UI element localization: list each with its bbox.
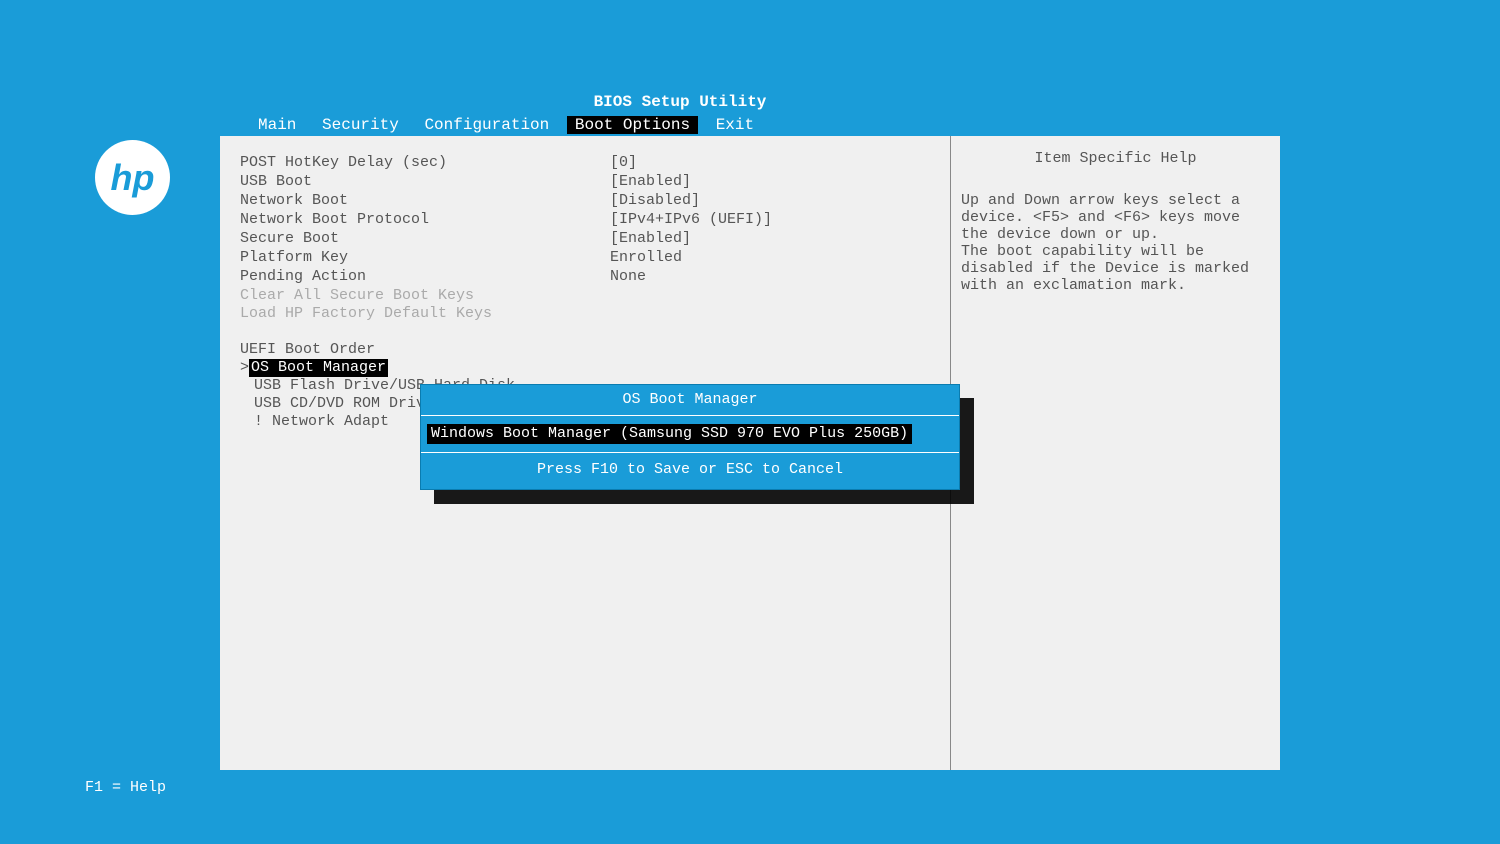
setting-value: [Enabled] (610, 230, 930, 248)
logo-area: hp (95, 140, 170, 215)
help-title: Item Specific Help (961, 150, 1270, 167)
setting-platform-key[interactable]: Platform Key Enrolled (240, 249, 930, 267)
setting-pending-action[interactable]: Pending Action None (240, 268, 930, 286)
boot-item-os-boot-manager[interactable]: >OS Boot Manager (240, 359, 930, 377)
setting-value: [Enabled] (610, 173, 930, 191)
action-clear-secure-boot-keys: Clear All Secure Boot Keys (240, 287, 930, 305)
setting-label: Platform Key (240, 249, 610, 267)
selector-arrow-icon: > (240, 359, 249, 377)
menu-security[interactable]: Security (314, 116, 407, 134)
popup-title: OS Boot Manager (421, 385, 959, 416)
main-area: POST HotKey Delay (sec) [0] USB Boot [En… (220, 136, 1280, 770)
popup-footer: Press F10 to Save or ESC to Cancel (421, 453, 959, 489)
boot-item-label: OS Boot Manager (249, 359, 388, 377)
menu-bar: Main Security Configuration Boot Options… (80, 114, 1280, 136)
content-panel: POST HotKey Delay (sec) [0] USB Boot [En… (220, 136, 950, 770)
uefi-boot-order-header: UEFI Boot Order (240, 341, 930, 359)
footer-help: F1 = Help (80, 779, 166, 796)
setting-label: Network Boot (240, 192, 610, 210)
setting-post-hotkey-delay[interactable]: POST HotKey Delay (sec) [0] (240, 154, 930, 172)
setting-value: None (610, 268, 930, 286)
setting-usb-boot[interactable]: USB Boot [Enabled] (240, 173, 930, 191)
os-boot-manager-popup: OS Boot Manager Windows Boot Manager (Sa… (420, 384, 960, 490)
setting-label: Secure Boot (240, 230, 610, 248)
setting-label: Network Boot Protocol (240, 211, 610, 229)
hp-logo-icon: hp (95, 140, 170, 215)
title-bar: BIOS Setup Utility (80, 90, 1280, 114)
menu-configuration[interactable]: Configuration (416, 116, 557, 134)
menu-boot-options[interactable]: Boot Options (567, 116, 698, 134)
setting-network-boot-protocol[interactable]: Network Boot Protocol [IPv4+IPv6 (UEFI)] (240, 211, 930, 229)
setting-label: POST HotKey Delay (sec) (240, 154, 610, 172)
setting-label: Pending Action (240, 268, 610, 286)
help-body: Up and Down arrow keys select a device. … (961, 192, 1270, 294)
setting-label: USB Boot (240, 173, 610, 191)
menu-main[interactable]: Main (250, 116, 304, 134)
action-load-hp-factory-defaults: Load HP Factory Default Keys (240, 305, 930, 323)
setting-value: [0] (610, 154, 930, 172)
setting-value: Enrolled (610, 249, 930, 267)
setting-secure-boot[interactable]: Secure Boot [Enabled] (240, 230, 930, 248)
popup-body: Windows Boot Manager (Samsung SSD 970 EV… (421, 416, 959, 453)
menu-exit[interactable]: Exit (708, 116, 762, 134)
setting-value: [IPv4+IPv6 (UEFI)] (610, 211, 930, 229)
bios-screen: BIOS Setup Utility Main Security Configu… (80, 90, 1280, 804)
help-panel: Item Specific Help Up and Down arrow key… (950, 136, 1280, 770)
setting-network-boot[interactable]: Network Boot [Disabled] (240, 192, 930, 210)
setting-value: [Disabled] (610, 192, 930, 210)
popup-selected-item[interactable]: Windows Boot Manager (Samsung SSD 970 EV… (427, 424, 912, 444)
